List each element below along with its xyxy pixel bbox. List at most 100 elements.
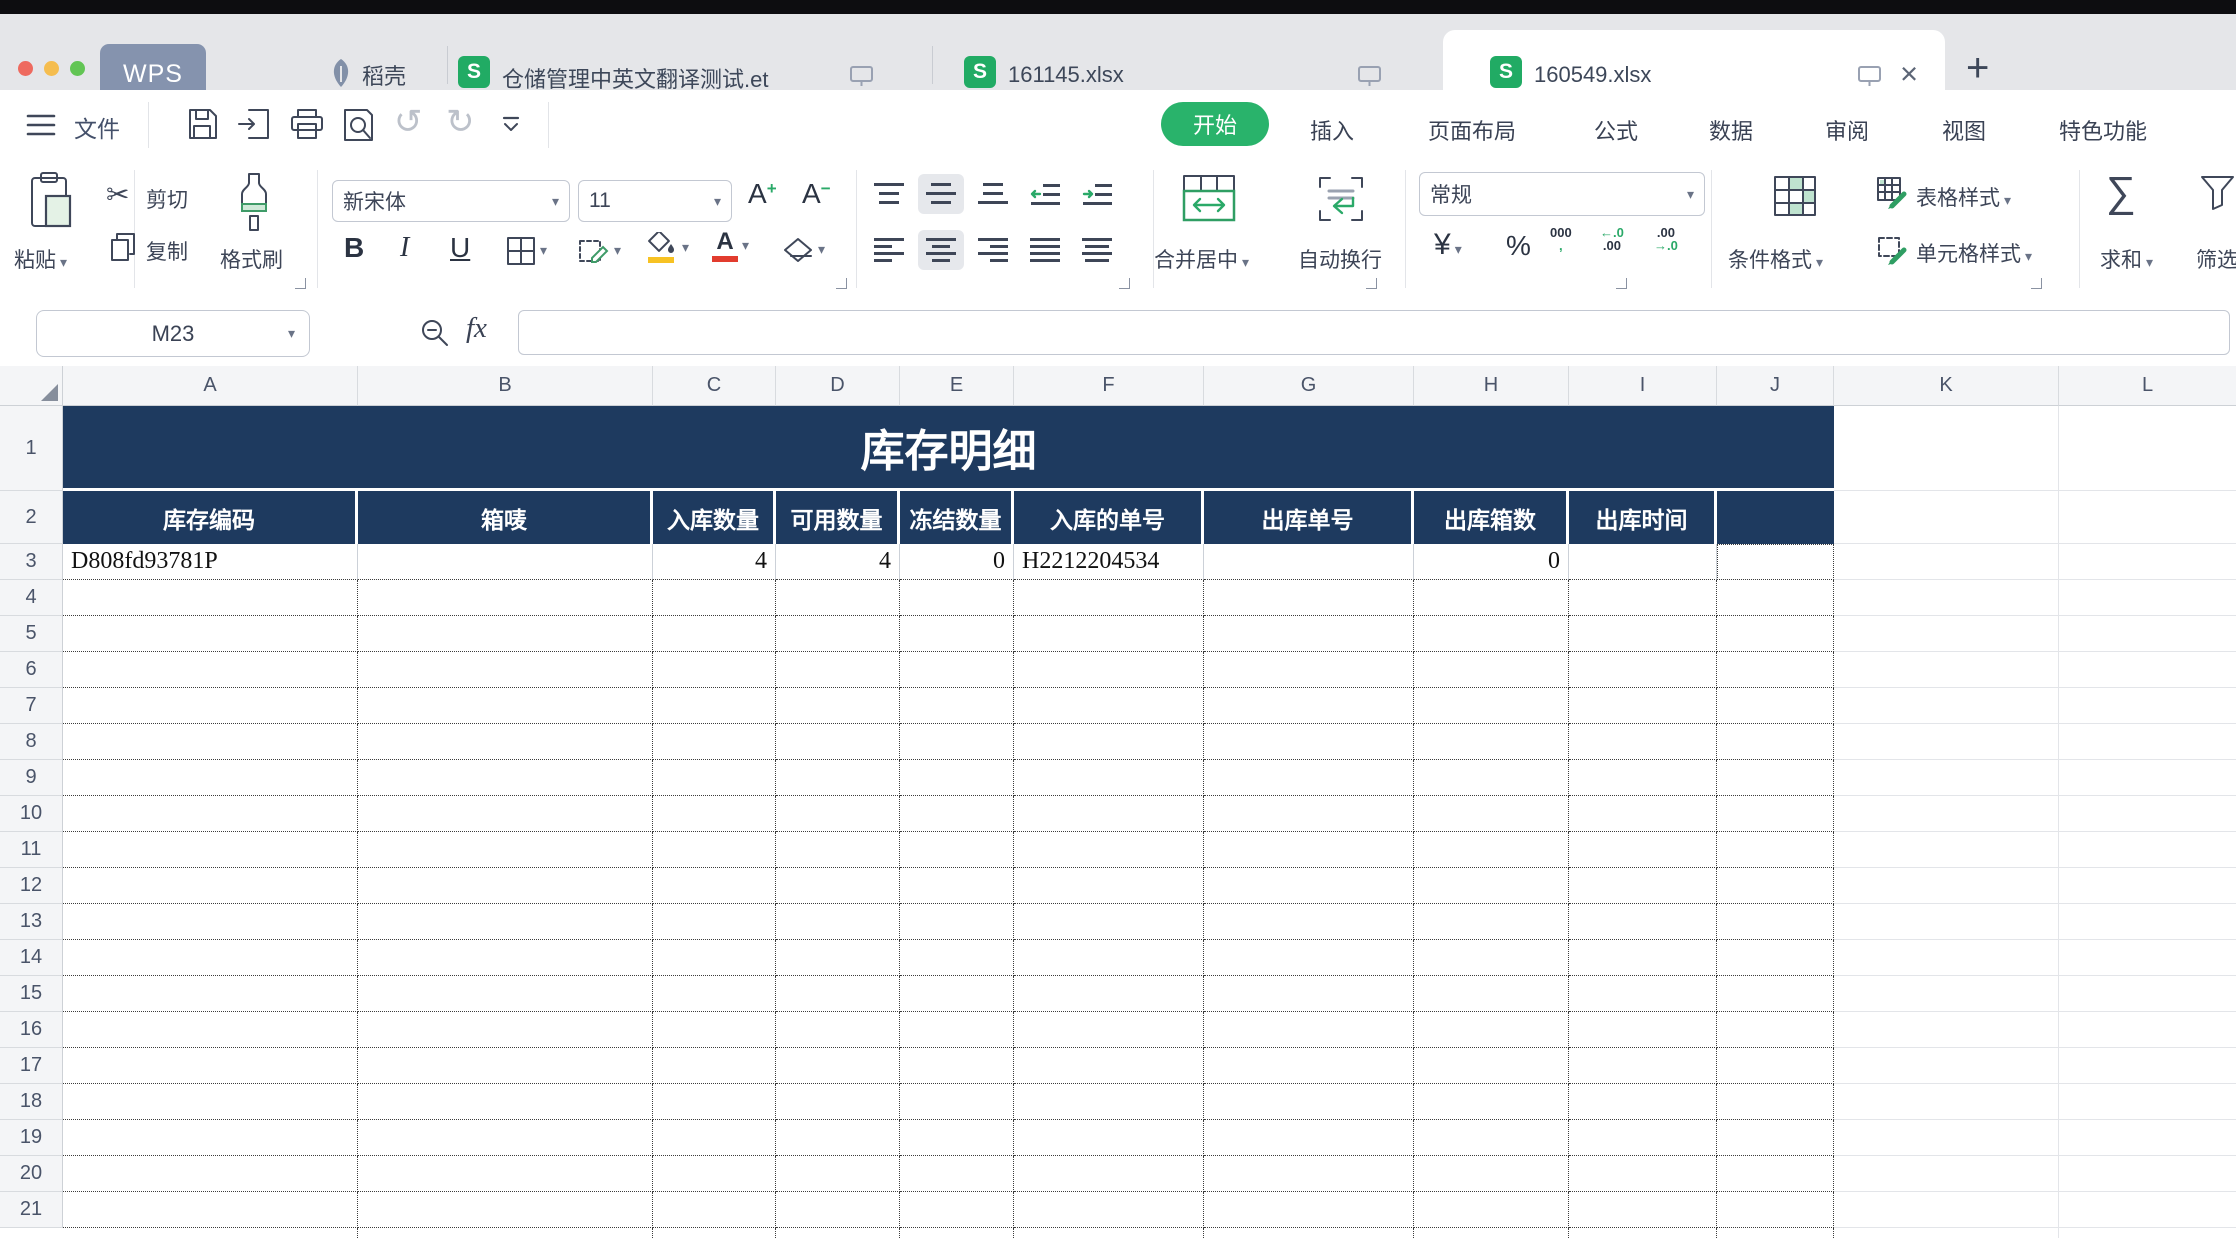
docer-tab[interactable]: 稻壳: [362, 59, 406, 91]
cell-A16[interactable]: [63, 1012, 358, 1048]
cell-B3[interactable]: [358, 544, 653, 580]
tab-page-layout[interactable]: 页面布局: [1428, 114, 1516, 146]
cell-D4[interactable]: [776, 580, 900, 616]
cell-C14[interactable]: [653, 940, 776, 976]
group-expander-icon[interactable]: [1119, 278, 1130, 289]
cell-A13[interactable]: [63, 904, 358, 940]
cell-I5[interactable]: [1569, 616, 1717, 652]
cell-H11[interactable]: [1414, 832, 1569, 868]
cell-E10[interactable]: [900, 796, 1014, 832]
cell-E9[interactable]: [900, 760, 1014, 796]
cell-A14[interactable]: [63, 940, 358, 976]
cell-A4[interactable]: [63, 580, 358, 616]
cell-F14[interactable]: [1014, 940, 1204, 976]
cell-style-icon[interactable]: [1876, 232, 1910, 266]
table-header-cell-9[interactable]: 出库时间: [1569, 491, 1717, 544]
row-header-9[interactable]: 9: [0, 760, 63, 796]
cell-I17[interactable]: [1569, 1048, 1717, 1084]
cell-H7[interactable]: [1414, 688, 1569, 724]
cell-J15[interactable]: [1717, 976, 1834, 1012]
hamburger-menu-icon[interactable]: [26, 112, 56, 138]
tab-view[interactable]: 视图: [1942, 114, 1986, 146]
cell-D6[interactable]: [776, 652, 900, 688]
column-header-E[interactable]: E: [900, 366, 1014, 406]
cell-D16[interactable]: [776, 1012, 900, 1048]
row-header-14[interactable]: 14: [0, 940, 63, 976]
column-header-F[interactable]: F: [1014, 366, 1204, 406]
row-header-11[interactable]: 11: [0, 832, 63, 868]
column-header-C[interactable]: C: [653, 366, 776, 406]
tab-home[interactable]: 开始: [1161, 102, 1269, 146]
new-tab-button[interactable]: +: [1966, 46, 1989, 91]
cell-A22[interactable]: [63, 1228, 358, 1238]
cell-H10[interactable]: [1414, 796, 1569, 832]
cell-B19[interactable]: [358, 1120, 653, 1156]
cut-icon[interactable]: ✂: [106, 178, 129, 211]
cell-C6[interactable]: [653, 652, 776, 688]
name-box[interactable]: M23 ▾: [36, 310, 310, 357]
file-menu[interactable]: 文件: [74, 110, 120, 144]
percent-button[interactable]: %: [1506, 230, 1531, 262]
cell-C10[interactable]: [653, 796, 776, 832]
cell-B10[interactable]: [358, 796, 653, 832]
row-header-21[interactable]: 21: [0, 1192, 63, 1228]
table-style-button[interactable]: 表格样式 ▾: [1916, 182, 2011, 212]
cell-B15[interactable]: [358, 976, 653, 1012]
cell-D15[interactable]: [776, 976, 900, 1012]
conditional-format-icon[interactable]: [1772, 174, 1818, 218]
cell-C3[interactable]: 4: [653, 544, 776, 580]
table-header-cell-3[interactable]: 入库数量: [653, 491, 776, 544]
cell-G11[interactable]: [1204, 832, 1414, 868]
cell-D12[interactable]: [776, 868, 900, 904]
group-expander-icon[interactable]: [295, 278, 306, 289]
cell-J20[interactable]: [1717, 1156, 1834, 1192]
underline-button[interactable]: U: [450, 232, 470, 264]
cell-F21[interactable]: [1014, 1192, 1204, 1228]
tab-review[interactable]: 审阅: [1825, 114, 1869, 146]
cell-I16[interactable]: [1569, 1012, 1717, 1048]
cell-B18[interactable]: [358, 1084, 653, 1120]
wrap-text-button[interactable]: 自动换行: [1298, 244, 1382, 274]
distribute-text-button[interactable]: [1074, 230, 1120, 270]
column-header-I[interactable]: I: [1569, 366, 1717, 406]
cell-E20[interactable]: [900, 1156, 1014, 1192]
cell-D21[interactable]: [776, 1192, 900, 1228]
cell-C22[interactable]: [653, 1228, 776, 1238]
cell-I12[interactable]: [1569, 868, 1717, 904]
cell-J12[interactable]: [1717, 868, 1834, 904]
cell-J7[interactable]: [1717, 688, 1834, 724]
row-header-17[interactable]: 17: [0, 1048, 63, 1084]
print-icon[interactable]: [288, 106, 326, 142]
cell-D20[interactable]: [776, 1156, 900, 1192]
cell-I7[interactable]: [1569, 688, 1717, 724]
row-header-1[interactable]: 1: [0, 406, 63, 491]
cell-E7[interactable]: [900, 688, 1014, 724]
cell-J8[interactable]: [1717, 724, 1834, 760]
borders-button[interactable]: ▾: [506, 236, 547, 266]
cell-G20[interactable]: [1204, 1156, 1414, 1192]
cell-I4[interactable]: [1569, 580, 1717, 616]
cell-E3[interactable]: 0: [900, 544, 1014, 580]
cell-style-button[interactable]: 单元格样式 ▾: [1916, 238, 2032, 268]
cell-F15[interactable]: [1014, 976, 1204, 1012]
cell-F19[interactable]: [1014, 1120, 1204, 1156]
cell-H18[interactable]: [1414, 1084, 1569, 1120]
cell-F16[interactable]: [1014, 1012, 1204, 1048]
cell-J10[interactable]: [1717, 796, 1834, 832]
tab-insert[interactable]: 插入: [1310, 114, 1354, 146]
cell-A18[interactable]: [63, 1084, 358, 1120]
grow-font-button[interactable]: A+: [748, 178, 777, 210]
search-icon[interactable]: [420, 318, 450, 348]
italic-button[interactable]: I: [400, 232, 409, 264]
cell-D13[interactable]: [776, 904, 900, 940]
column-header-L[interactable]: L: [2059, 366, 2236, 406]
cell-I21[interactable]: [1569, 1192, 1717, 1228]
group-expander-icon[interactable]: [2031, 278, 2042, 289]
monitor-icon[interactable]: [848, 64, 876, 88]
cell-B20[interactable]: [358, 1156, 653, 1192]
cell-D11[interactable]: [776, 832, 900, 868]
cell-B14[interactable]: [358, 940, 653, 976]
cell-C7[interactable]: [653, 688, 776, 724]
align-left-button[interactable]: [866, 230, 912, 270]
document-tab-2[interactable]: 161145.xlsx: [1008, 62, 1124, 88]
